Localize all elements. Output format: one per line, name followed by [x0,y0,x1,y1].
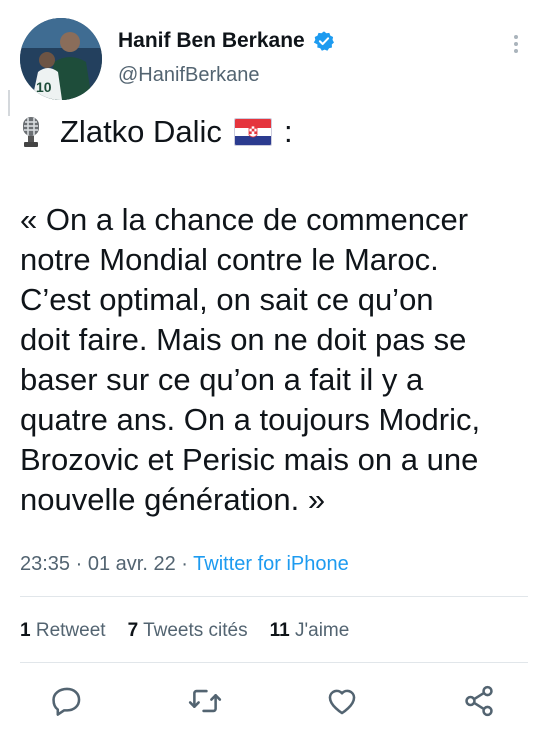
quote-line: « On a la chance de commencer [20,202,469,237]
divider [20,596,528,597]
tweet-header: 10 Hanif Ben Berkane @HanifBerkane [20,18,528,102]
tweet-meta: 23:35 · 01 avr. 22 · Twitter for iPhone [20,550,349,578]
speaker-line: Zlatko Dalic : [20,112,293,152]
quotes-count: 7 [127,620,139,641]
quote-line: baser sur ce qu’on a fait il y a [20,362,424,397]
svg-text:10: 10 [36,79,52,95]
action-bar [0,676,548,726]
author-names[interactable]: Hanif Ben Berkane @HanifBerkane [118,28,335,88]
microphone-emoji-icon [23,117,39,147]
share-icon[interactable] [462,684,496,718]
croatia-flag-icon [233,118,272,146]
thread-line [8,90,10,116]
more-options-icon[interactable] [506,32,526,58]
quote-line: notre Mondial contre le Maroc. [20,242,439,277]
tweet-date[interactable]: 01 avr. 22 [88,553,176,575]
speaker-name: Zlatko Dalic [60,114,222,149]
divider [20,662,528,663]
quote-line: nouvelle génération. » [20,482,326,517]
display-name[interactable]: Hanif Ben Berkane [118,28,305,54]
avatar[interactable]: 10 [20,18,102,100]
engagement-stats: 1 Retweet 7 Tweets cités 11 J'aime [20,617,349,645]
tweet-card: 10 Hanif Ben Berkane @HanifBerkane Zlatk… [0,0,548,750]
quote-tweets-stat[interactable]: 7 Tweets cités [128,617,248,645]
like-icon[interactable] [325,684,359,718]
likes-stat[interactable]: 11 J'aime [270,617,350,645]
handle[interactable]: @HanifBerkane [118,62,335,88]
meta-separator: · [75,553,83,575]
retweets-label: Retweet [35,620,106,641]
likes-count: 11 [269,620,290,641]
verified-badge-icon [314,31,335,51]
quote-line: doit faire. Mais on ne doit pas se [20,322,467,357]
quotes-label: Tweets cités [143,620,248,641]
quote-line: quatre ans. On a toujours Modric, [20,402,481,437]
retweets-stat[interactable]: 1 Retweet [20,617,106,645]
likes-label: J'aime [295,620,350,641]
quote-line: C’est optimal, on sait ce qu’on [20,282,434,317]
tweet-text: « On a la chance de commencer notre Mond… [20,200,535,520]
retweets-count: 1 [20,620,31,641]
speaker-colon: : [283,114,293,149]
retweet-icon[interactable] [188,684,222,718]
meta-separator: · [181,553,188,575]
tweet-source-link[interactable]: Twitter for iPhone [193,553,349,575]
quote-line: Brozovic et Perisic mais on a une [20,442,479,477]
tweet-time[interactable]: 23:35 [20,553,70,575]
reply-icon[interactable] [50,684,84,718]
